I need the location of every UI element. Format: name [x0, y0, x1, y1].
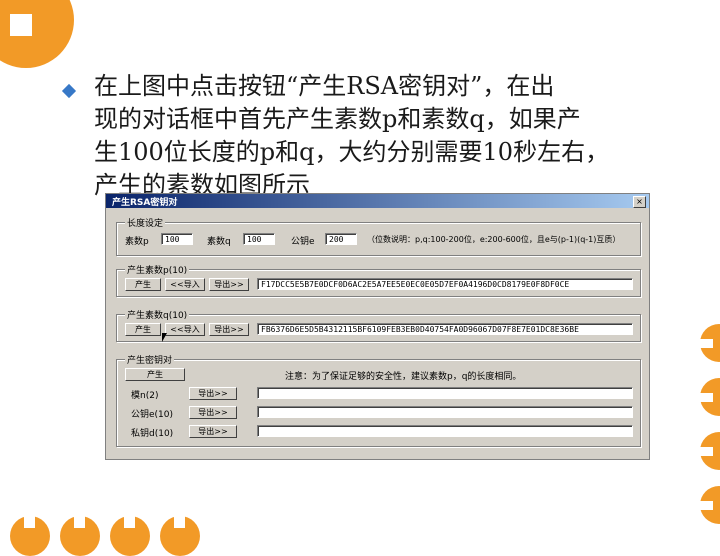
- slide-text-line: 现的对话框中首先产生素数p和素数q，如果产: [94, 105, 581, 133]
- public-key-e-label: 公钥e(10): [131, 410, 174, 420]
- length-settings-group: 长度设定 素数p 100 素数q 100 公钥e 200 （位数说明：p,q:1…: [116, 216, 641, 256]
- generate-keypair-button[interactable]: 产生: [125, 368, 185, 381]
- side-decoration-dot: [700, 432, 720, 470]
- prime-p-group-label: 产生素数p(10): [125, 263, 190, 276]
- bullet-icon: [61, 83, 77, 99]
- side-decoration-dot: [700, 324, 720, 362]
- export-modulus-button[interactable]: 导出>>: [189, 387, 237, 400]
- export-private-key-button[interactable]: 导出>>: [189, 425, 237, 438]
- length-settings-label: 长度设定: [125, 216, 166, 229]
- public-key-label: 公钥e: [291, 237, 315, 247]
- generate-q-button[interactable]: 产生: [125, 323, 161, 336]
- prime-q-group-label: 产生素数q(10): [125, 308, 190, 321]
- export-p-button[interactable]: 导出>>: [209, 278, 249, 291]
- bottom-decoration-dot: [60, 516, 100, 556]
- dialog-titlebar[interactable]: 产生RSA密钥对 ×: [106, 194, 649, 208]
- public-key-value-field[interactable]: [257, 406, 633, 418]
- prime-p-value-field[interactable]: F17DCC5E5B7E0DCF0D6AC2E5A7EE5E0EC0E05D7E…: [257, 278, 633, 290]
- bottom-decoration-dot: [110, 516, 150, 556]
- side-decoration-dot: [700, 486, 720, 524]
- import-p-button[interactable]: <<导入: [165, 278, 205, 291]
- bottom-decoration-dot: [160, 516, 200, 556]
- export-q-button[interactable]: 导出>>: [209, 323, 249, 336]
- keypair-group: 产生密钥对 产生 注意：为了保证足够的安全性，建议素数p，q的长度相同。 模n(…: [116, 353, 641, 447]
- close-button[interactable]: ×: [633, 196, 646, 208]
- keypair-group-label: 产生密钥对: [125, 353, 175, 366]
- security-note: 注意：为了保证足够的安全性，建议素数p，q的长度相同。: [285, 372, 522, 382]
- dialog-title: 产生RSA密钥对: [112, 198, 178, 208]
- prime-q-value-field[interactable]: FB6376D6E5D5B4312115BF6109FEB3EB0D40754F…: [257, 323, 633, 335]
- rsa-keypair-dialog: 产生RSA密钥对 × 长度设定 素数p 100 素数q 100 公钥e 200 …: [105, 193, 650, 460]
- bottom-decoration-dot: [10, 516, 50, 556]
- corner-decoration-square: [10, 14, 32, 36]
- length-hint: （位数说明：p,q:100-200位，e:200-600位，且e与(p-1)(q…: [367, 235, 621, 244]
- public-key-length-input[interactable]: 200: [325, 233, 357, 245]
- prime-q-length-input[interactable]: 100: [243, 233, 275, 245]
- side-decoration-dot: [700, 378, 720, 416]
- export-public-key-button[interactable]: 导出>>: [189, 406, 237, 419]
- generate-p-button[interactable]: 产生: [125, 278, 161, 291]
- modulus-label: 模n(2): [131, 391, 159, 401]
- prime-p-length-input[interactable]: 100: [161, 233, 193, 245]
- slide-text-line: 生100位长度的p和q，大约分别需要10秒左右，: [94, 138, 610, 166]
- private-key-value-field[interactable]: [257, 425, 633, 437]
- prime-p-label: 素数p: [125, 237, 149, 247]
- prime-p-group: 产生素数p(10) 产生 <<导入 导出>> F17DCC5E5B7E0DCF0…: [116, 263, 641, 297]
- prime-q-label: 素数q: [207, 237, 231, 247]
- slide-text-line: 在上图中点击按钮“产生RSA密钥对”，在出: [94, 72, 555, 100]
- import-q-button[interactable]: <<导入: [165, 323, 205, 336]
- mouse-pointer-icon: [162, 333, 170, 342]
- modulus-value-field[interactable]: [257, 387, 633, 399]
- private-key-d-label: 私钥d(10): [131, 429, 174, 439]
- slide-body-text: 在上图中点击按钮“产生RSA密钥对”，在出 现的对话框中首先产生素数p和素数q，…: [94, 70, 654, 202]
- prime-q-group: 产生素数q(10) 产生 <<导入 导出>> FB6376D6E5D5B4312…: [116, 308, 641, 342]
